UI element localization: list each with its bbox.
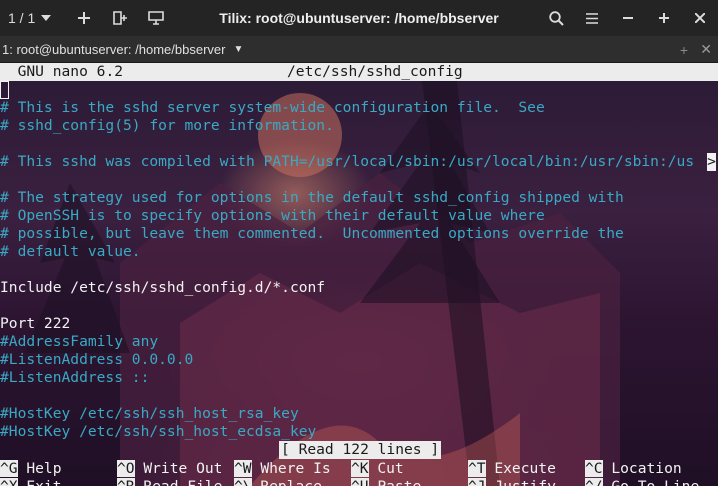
minimize-icon [623,17,633,19]
shortcut-key: ^/ [585,478,603,486]
nano-title-bar: GNU nano 6.2/etc/ssh/sshd_config [0,63,718,81]
editor-line[interactable]: # sshd_config(5) for more information. [0,117,718,135]
shortcut-label: Cut [368,460,404,477]
shortcut-item[interactable]: ^R Read File [117,478,222,486]
terminal-title: 1: root@ubuntuserver: /home/bbserver [2,41,226,57]
session-selector[interactable]: 1 / 1 [0,0,66,36]
shortcut-item[interactable]: ^W Where Is [234,460,331,478]
shortcut-item[interactable]: ^T Execute [468,460,556,478]
editor-line[interactable] [0,135,718,153]
editor-line[interactable] [0,297,718,315]
editor-line[interactable] [0,387,718,405]
shortcut-key: ^W [234,460,252,477]
shortcut-key: ^X [0,478,18,486]
shortcut-label: Read File [135,478,222,486]
editor-line[interactable]: #ListenAddress :: [0,369,718,387]
editor-line[interactable] [0,171,718,189]
editor-line[interactable]: # possible, but leave them commented. Un… [0,225,718,243]
add-terminal-button[interactable] [66,0,102,36]
terminal-pane[interactable]: GNU nano 6.2/etc/ssh/sshd_config # This … [0,63,718,486]
editor-line[interactable]: # OpenSSH is to specify options with the… [0,207,718,225]
shortcut-item[interactable]: ^O Write Out [117,460,222,478]
shortcut-label: Go To Line [603,478,699,486]
editor-line[interactable]: Port 222 [0,315,718,333]
editor-line[interactable]: Include /etc/ssh/sshd_config.d/*.conf [0,279,718,297]
shortcut-label: Help [17,460,62,477]
editor-line[interactable]: #ListenAddress 0.0.0.0 [0,351,718,369]
editor-line[interactable]: # This sshd was compiled with PATH=/usr/… [0,153,718,171]
split-terminal-button[interactable] [102,0,138,36]
caret-down-icon[interactable]: ▼ [233,44,243,55]
shortcut-label: Exit [18,478,61,486]
shortcut-label: Execute [485,460,556,477]
shortcut-key: ^K [351,460,369,477]
shortcut-label: Replace [252,478,322,486]
shortcut-key: ^G [0,460,18,477]
shortcut-key: ^U [351,478,369,486]
shortcut-key: ^R [117,478,135,486]
shortcut-item[interactable]: ^X Exit [0,478,62,486]
shortcut-key: ^O [117,460,135,477]
chevron-down-icon [41,15,52,21]
menu-button[interactable] [574,0,610,36]
maximize-icon [659,13,669,23]
shortcut-key: ^C [585,460,603,477]
search-button[interactable] [538,0,574,36]
editor-line[interactable]: #HostKey /etc/ssh/ssh_host_rsa_key [0,405,718,423]
close-icon[interactable]: ✕ [700,41,712,58]
add-right-icon [113,11,127,25]
shortcut-item[interactable]: ^C Location [585,460,682,478]
terminal-header: 1: root@ubuntuserver: /home/bbserver ▼ +… [0,36,718,63]
shortcut-label: Location [602,460,682,477]
nano-filename: /etc/ssh/sshd_config [287,63,463,80]
close-button[interactable] [682,0,718,36]
editor-line[interactable]: #HostKey /etc/ssh/ssh_host_ecdsa_key [0,423,718,441]
maximize-button[interactable] [646,0,682,36]
shortcut-item[interactable]: ^/ Go To Line [585,478,699,486]
shortcut-item[interactable]: ^U Paste [351,478,421,486]
shortcut-label: Write Out [134,460,223,477]
text-cursor [0,81,9,99]
hamburger-menu-icon [586,12,598,24]
plus-icon[interactable]: + [680,42,688,58]
shortcut-label: Where Is [251,460,331,477]
status-message: [ Read 122 lines ] [279,441,442,459]
editor-line[interactable]: # This is the sshd server system-wide co… [0,99,718,117]
editor-line[interactable]: # default value. [0,243,718,261]
search-icon [548,10,564,26]
shortcut-item[interactable]: ^K Cut [351,460,404,478]
shortcut-key: ^T [468,460,486,477]
editor-line[interactable]: # The strategy used for options in the d… [0,189,718,207]
plus-icon [78,12,90,24]
shortcut-label: Paste [369,478,421,486]
editor-line[interactable]: #AddressFamily any [0,333,718,351]
sync-input-icon [148,11,164,25]
shortcut-label: Justify [486,478,556,486]
shortcut-item[interactable]: ^G Help [0,460,62,478]
close-icon [695,13,705,23]
sync-input-button[interactable] [138,0,174,36]
line-overflow-marker: > [707,153,716,171]
editor-line[interactable] [0,261,718,279]
session-count: 1 / 1 [8,10,36,26]
shortcut-item[interactable]: ^\ Replace [234,478,322,486]
nano-version: GNU nano 6.2 [17,63,124,80]
shortcut-key: ^J [468,478,486,486]
title-bar: 1 / 1 Tilix: root@ubuntuserver: /home/bb… [0,0,718,36]
shortcut-key: ^\ [234,478,252,486]
minimize-button[interactable] [610,0,646,36]
shortcut-item[interactable]: ^J Justify [468,478,556,486]
